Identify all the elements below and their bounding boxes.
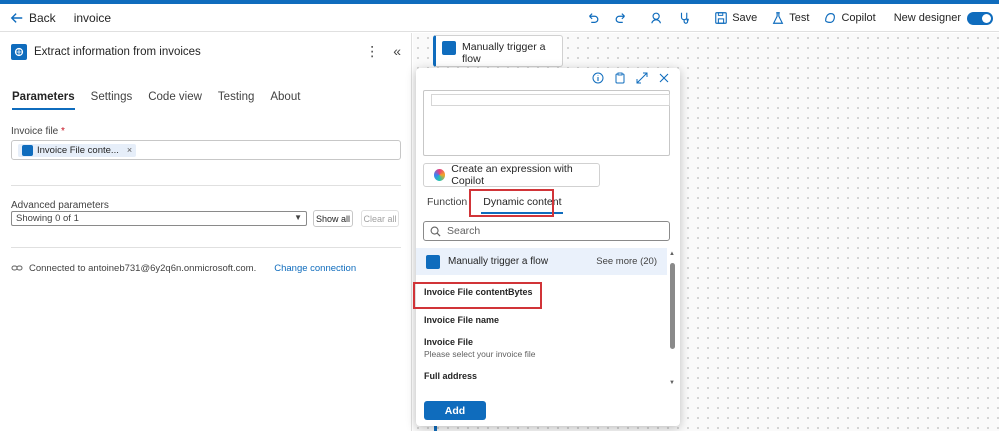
save-label: Save bbox=[732, 12, 758, 24]
manual-trigger-icon bbox=[426, 254, 440, 269]
back-button[interactable]: Back bbox=[10, 11, 56, 25]
tab-parameters[interactable]: Parameters bbox=[12, 91, 75, 110]
list-scrollbar[interactable]: ▲ ▼ bbox=[669, 251, 675, 386]
copilot-label: Copilot bbox=[841, 12, 876, 24]
section-divider bbox=[11, 185, 401, 186]
panel-tabs: Parameters Settings Code view Testing Ab… bbox=[12, 91, 300, 110]
back-label: Back bbox=[29, 10, 56, 25]
ai-builder-icon bbox=[11, 44, 27, 60]
save-icon bbox=[715, 12, 728, 24]
dynamic-content-search[interactable]: Search bbox=[423, 221, 670, 241]
panel-title[interactable]: Extract information from invoices bbox=[34, 46, 201, 58]
scrollbar-thumb[interactable] bbox=[670, 263, 675, 349]
test-button[interactable]: Test bbox=[771, 11, 809, 25]
designer-toolbar: Back invoice Save Test Copilot New desig… bbox=[0, 4, 999, 32]
save-button[interactable]: Save bbox=[714, 11, 757, 25]
scroll-up-icon[interactable]: ▲ bbox=[669, 251, 675, 257]
invoice-file-input[interactable]: Invoice File conte... × bbox=[11, 140, 401, 160]
tab-settings[interactable]: Settings bbox=[91, 91, 133, 110]
dynamic-content-popup: Create an expression with Copilot Functi… bbox=[413, 68, 680, 426]
manual-trigger-icon bbox=[442, 41, 456, 55]
copilot-button-label: Create an expression with Copilot bbox=[451, 163, 573, 187]
new-designer-toggle[interactable] bbox=[967, 11, 993, 25]
flask-icon bbox=[773, 12, 784, 24]
group-title: Manually trigger a flow bbox=[448, 256, 549, 267]
connection-info: Connected to antoineb731@6y2q6n.onmicros… bbox=[11, 262, 356, 274]
dynamic-item-invoice-file-name[interactable]: Invoice File name bbox=[424, 315, 499, 325]
section-divider bbox=[11, 247, 401, 248]
dynamic-content-group-header[interactable]: Manually trigger a flow See more (20) bbox=[416, 248, 667, 275]
tab-testing[interactable]: Testing bbox=[218, 91, 254, 110]
copilot-button[interactable]: Copilot bbox=[823, 11, 876, 25]
trigger-card-title: Manually trigger a flow bbox=[462, 41, 546, 65]
info-icon[interactable] bbox=[592, 72, 604, 84]
add-button[interactable]: Add bbox=[424, 401, 486, 420]
copilot-icon bbox=[825, 13, 836, 23]
tab-function[interactable]: Function bbox=[425, 196, 469, 214]
trigger-card[interactable]: Manually trigger a flow bbox=[433, 35, 563, 67]
search-placeholder: Search bbox=[447, 225, 481, 237]
collapse-panel-icon[interactable]: « bbox=[393, 43, 401, 60]
undo-icon[interactable] bbox=[586, 11, 600, 25]
required-mark: * bbox=[61, 126, 65, 137]
flow-name[interactable]: invoice bbox=[74, 11, 111, 25]
expression-editor[interactable] bbox=[423, 90, 670, 156]
trigger-token-icon bbox=[22, 144, 33, 156]
clipboard-icon[interactable] bbox=[614, 72, 626, 84]
link-icon bbox=[11, 265, 23, 271]
advanced-parameters-label: Advanced parameters bbox=[11, 200, 109, 211]
change-connection-link[interactable]: Change connection bbox=[274, 263, 356, 274]
invoice-file-token[interactable]: Invoice File conte... × bbox=[18, 143, 137, 157]
chevron-down-icon: ▼ bbox=[294, 213, 302, 222]
invoice-file-label: Invoice file * bbox=[11, 126, 65, 137]
arrow-left-icon bbox=[10, 12, 23, 23]
see-more-link[interactable]: See more (20) bbox=[596, 256, 657, 267]
scroll-down-icon[interactable]: ▼ bbox=[669, 380, 675, 386]
flow-checker-icon[interactable] bbox=[678, 11, 692, 25]
more-options-icon[interactable]: ⋮ bbox=[365, 43, 379, 60]
create-expression-copilot-button[interactable]: Create an expression with Copilot bbox=[423, 163, 600, 187]
clear-all-button[interactable]: Clear all bbox=[361, 210, 399, 227]
copilot-logo-icon bbox=[434, 169, 446, 181]
action-details-panel: Extract information from invoices ⋮ « Pa… bbox=[0, 33, 412, 431]
show-all-button[interactable]: Show all bbox=[313, 210, 353, 227]
tab-about[interactable]: About bbox=[270, 91, 300, 110]
connection-text: Connected to antoineb731@6y2q6n.onmicros… bbox=[29, 262, 257, 274]
advanced-parameters-select[interactable]: Showing 0 of 1 ▼ bbox=[11, 211, 307, 226]
search-icon bbox=[430, 226, 441, 237]
tab-code-view[interactable]: Code view bbox=[148, 91, 202, 110]
dynamic-item-full-address[interactable]: Full address bbox=[424, 371, 477, 381]
highlight-box-dynamic-content bbox=[469, 189, 554, 217]
redo-icon[interactable] bbox=[614, 11, 628, 25]
dynamic-item-invoice-file[interactable]: Invoice File Please select your invoice … bbox=[424, 337, 536, 359]
remove-token-icon[interactable]: × bbox=[127, 145, 132, 155]
close-icon[interactable] bbox=[658, 72, 670, 84]
test-label: Test bbox=[789, 12, 810, 24]
token-label: Invoice File conte... bbox=[37, 144, 119, 156]
expression-input[interactable] bbox=[431, 94, 670, 106]
new-designer-label: New designer bbox=[893, 12, 961, 24]
highlight-box-contentbytes bbox=[413, 282, 542, 309]
expand-icon[interactable] bbox=[636, 72, 648, 84]
item-description: Please select your invoice file bbox=[424, 349, 536, 359]
advanced-parameters-value: Showing 0 of 1 bbox=[16, 213, 79, 224]
assistant-icon[interactable] bbox=[650, 11, 664, 25]
